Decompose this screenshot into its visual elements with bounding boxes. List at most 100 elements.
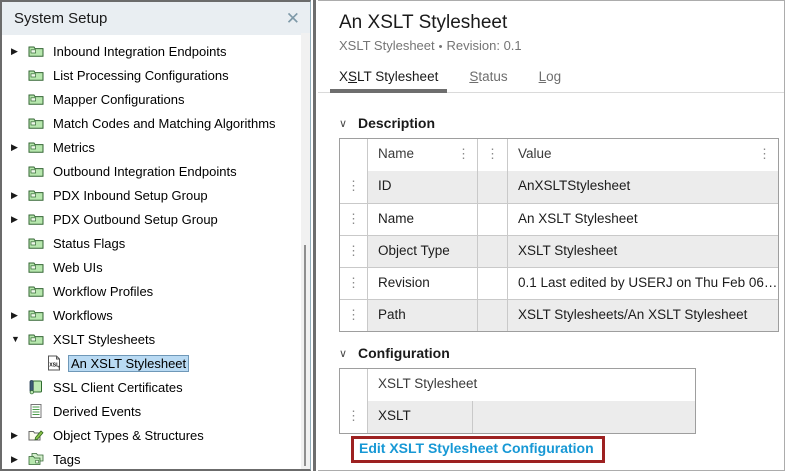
row-handle-cell[interactable]: ⋮ — [340, 203, 368, 235]
folder-icon — [28, 91, 45, 107]
column-menu-icon[interactable]: ⋮ — [486, 146, 499, 161]
edit-xslt-configuration-link[interactable]: Edit XSLT Stylesheet Configuration — [359, 440, 594, 456]
sidebar-item-label: PDX Outbound Setup Group — [50, 211, 221, 228]
sidebar-item-label: An XSLT Stylesheet — [68, 355, 189, 372]
svg-text:T: T — [58, 365, 61, 370]
spacer-cell — [478, 171, 508, 203]
sidebar-item-outbound-integration-endpoints[interactable]: Outbound Integration Endpoints — [2, 159, 310, 183]
configuration-column-header: XSLT Stylesheet — [368, 369, 695, 401]
row-menu-icon[interactable]: ⋮ — [347, 275, 360, 290]
folder-icon — [28, 259, 45, 275]
sidebar-scrollbar-thumb[interactable] — [304, 245, 306, 466]
property-name-cell: Object Type — [368, 235, 478, 267]
sidebar-header: System Setup ✕ — [2, 2, 310, 35]
expand-arrow-icon[interactable]: ▶ — [9, 430, 28, 441]
sidebar-item-tags[interactable]: ▶ Tags — [2, 447, 310, 471]
table-row[interactable]: ⋮ XSLT — [340, 401, 695, 433]
object-type-label: XSLT Stylesheet — [339, 38, 435, 53]
expand-arrow-icon[interactable]: ▶ — [9, 142, 28, 153]
sidebar-item-web-uis[interactable]: Web UIs — [2, 255, 310, 279]
sidebar-item-status-flags[interactable]: Status Flags — [2, 231, 310, 255]
detail-panel: An XSLT Stylesheet XSLT Stylesheet•Revis… — [318, 0, 785, 471]
sidebar-title: System Setup — [14, 10, 107, 27]
row-handle-cell[interactable]: ⋮ — [340, 299, 368, 331]
expand-arrow-icon[interactable]: ▶ — [9, 190, 28, 201]
row-menu-icon[interactable]: ⋮ — [347, 178, 360, 193]
sidebar-item-object-types-structures[interactable]: ▶Object Types & Structures — [2, 423, 310, 447]
property-value-cell: XSLT Stylesheets/An XSLT Stylesheet — [508, 299, 778, 331]
folder-icon — [28, 43, 45, 59]
table-row[interactable]: ⋮PathXSLT Stylesheets/An XSLT Stylesheet — [340, 299, 778, 331]
configuration-table: XSLT Stylesheet ⋮ XSLT — [339, 368, 696, 434]
table-row[interactable]: ⋮ Object Type XSLT Stylesheet — [340, 235, 778, 267]
sidebar-item-match-codes-and-matching-algorithms[interactable]: Match Codes and Matching Algorithms — [2, 111, 310, 135]
sidebar-item-workflow-profiles[interactable]: Workflow Profiles — [2, 279, 310, 303]
column-menu-icon[interactable]: ⋮ — [457, 139, 470, 171]
sidebar-item-workflows[interactable]: ▶Workflows — [2, 303, 310, 327]
page-title: An XSLT Stylesheet — [339, 12, 784, 34]
row-menu-icon[interactable]: ⋮ — [347, 211, 360, 226]
spacer-cell — [478, 299, 508, 331]
property-value-cell: XSLT Stylesheet — [508, 235, 778, 267]
spacer-cell — [478, 203, 508, 235]
tab-xslt-stylesheet[interactable]: XSLT Stylesheet — [330, 66, 447, 92]
row-menu-icon[interactable]: ⋮ — [347, 307, 360, 322]
table-row[interactable]: ⋮IDAnXSLTStylesheet — [340, 171, 778, 203]
folder-icon — [28, 211, 45, 227]
sidebar-item-mapper-configurations[interactable]: Mapper Configurations — [2, 87, 310, 111]
folder-icon — [28, 139, 45, 155]
object-types-icon — [28, 427, 45, 443]
folder-icon — [28, 307, 45, 323]
table-row[interactable]: ⋮NameAn XSLT Stylesheet — [340, 203, 778, 235]
sidebar-item-label: Tags — [50, 451, 83, 468]
configuration-name-cell: XSLT — [368, 401, 473, 433]
system-setup-panel: System Setup ✕ ▶Inbound Integration Endp… — [0, 0, 311, 471]
row-menu-icon[interactable]: ⋮ — [347, 243, 360, 258]
sidebar-item-ssl-client-certificates[interactable]: SSL Client Certificates — [2, 375, 310, 399]
sidebar-item-pdx-inbound-setup-group[interactable]: ▶PDX Inbound Setup Group — [2, 183, 310, 207]
configuration-section-title: Configuration — [358, 345, 450, 361]
sidebar-item-label: XSLT Stylesheets — [50, 331, 158, 348]
expand-arrow-icon[interactable]: ▼ — [9, 334, 28, 344]
table-row[interactable]: ⋮ Revision 0.1 Last edited by USERJ on Thu… — [340, 267, 778, 299]
description-table: Name ⋮ ⋮ Value ⋮ ⋮IDAnXSLTStylesheet⋮Nam… — [339, 138, 779, 332]
sidebar-item-list-processing-configurations[interactable]: List Processing Configurations — [2, 63, 310, 87]
sidebar-item-pdx-outbound-setup-group[interactable]: ▶ PDX Outbound Setup Group — [2, 207, 310, 231]
tab-log[interactable]: Log — [530, 66, 571, 92]
row-handle-cell[interactable]: ⋮ — [340, 171, 368, 203]
sidebar-scrollbar[interactable] — [301, 33, 310, 469]
certificate-icon — [28, 379, 45, 395]
expand-arrow-icon[interactable]: ▶ — [9, 214, 28, 225]
value-column-header: Value ⋮ — [508, 139, 778, 171]
tab-strip: XSLT Stylesheet Status Log — [318, 66, 784, 93]
folder-icon — [28, 331, 45, 347]
row-handle-cell[interactable]: ⋮ — [340, 267, 368, 299]
close-icon[interactable]: ✕ — [286, 10, 300, 27]
row-handle-cell[interactable]: ⋮ — [340, 401, 368, 433]
row-handle-cell[interactable]: ⋮ — [340, 235, 368, 267]
panel-splitter[interactable] — [313, 0, 316, 471]
sidebar-item-label: Mapper Configurations — [50, 91, 188, 108]
folder-icon — [28, 283, 45, 299]
header-handle-cell — [340, 369, 368, 401]
sidebar-item-inbound-integration-endpoints[interactable]: ▶Inbound Integration Endpoints — [2, 39, 310, 63]
property-name-cell: Name — [368, 203, 478, 235]
expand-arrow-icon[interactable]: ▶ — [9, 310, 28, 321]
sidebar-item-derived-events[interactable]: Derived Events — [2, 399, 310, 423]
sidebar-item-metrics[interactable]: ▶Metrics — [2, 135, 310, 159]
spacer-column-header: ⋮ — [478, 139, 508, 171]
property-name-cell: ID — [368, 171, 478, 203]
collapse-chevron-icon[interactable]: ∨ — [339, 117, 358, 130]
description-table-header: Name ⋮ ⋮ Value ⋮ — [340, 139, 778, 171]
sidebar-item-xslt-stylesheets[interactable]: ▼ XSLT Stylesheets — [2, 327, 310, 351]
tab-status[interactable]: Status — [460, 66, 516, 92]
column-menu-icon[interactable]: ⋮ — [758, 139, 771, 171]
expand-arrow-icon[interactable]: ▶ — [9, 454, 28, 465]
collapse-chevron-icon[interactable]: ∨ — [339, 347, 358, 360]
row-menu-icon[interactable]: ⋮ — [347, 408, 360, 423]
property-value-cell: 0.1 Last edited by USERJ on Thu Feb 06 .… — [508, 267, 778, 299]
property-name-cell: Revision — [368, 267, 478, 299]
folder-icon — [28, 67, 45, 83]
sidebar-item-an-xslt-stylesheet[interactable]: XSLTAn XSLT Stylesheet — [2, 351, 310, 375]
expand-arrow-icon[interactable]: ▶ — [9, 46, 28, 57]
